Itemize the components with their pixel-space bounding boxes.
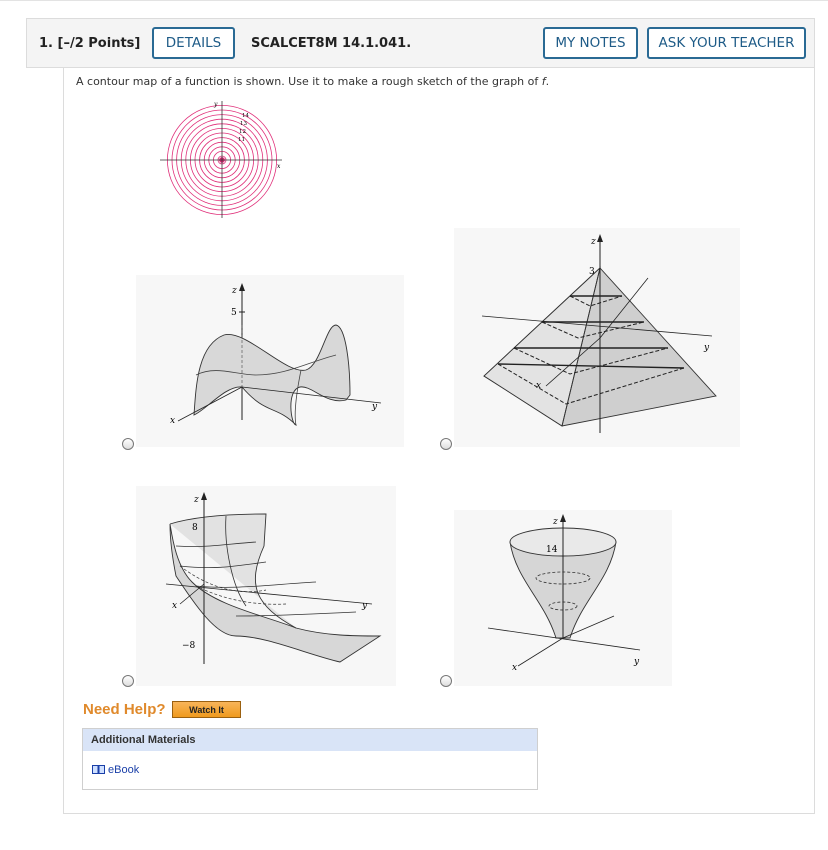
question-header: 1. [–/2 Points] DETAILS SCALCET8M 14.1.0…: [26, 18, 815, 68]
contour-label-14: 14: [242, 113, 249, 119]
additional-materials-header: Additional Materials: [83, 729, 537, 751]
question-code: SCALCET8M 14.1.041.: [251, 36, 412, 51]
sheet-tick-8: 8: [192, 523, 198, 533]
option-saddle-graph: z 5 y x: [136, 275, 404, 447]
option-pyramid-graph: z 3 y x: [454, 228, 740, 447]
saddle-tick-5: 5: [231, 308, 237, 318]
watch-it-button[interactable]: Watch It: [172, 701, 241, 718]
option-pyramid-radio[interactable]: [440, 438, 452, 450]
saddle-x-label: x: [170, 416, 175, 426]
question-number-label: 1.: [39, 36, 53, 51]
funnel-tick-14: 14: [546, 545, 558, 555]
question-prompt: A contour map of a function is shown. Us…: [76, 75, 549, 88]
need-help-label: Need Help?: [83, 701, 166, 718]
question-number: 1. [–/2 Points]: [39, 36, 140, 51]
pyramid-y-label: y: [703, 343, 710, 353]
prompt-period: .: [545, 75, 550, 88]
ask-teacher-button[interactable]: ASK YOUR TEACHER: [647, 27, 806, 59]
option-funnel-radio[interactable]: [440, 675, 452, 687]
saddle-y-label: y: [371, 402, 378, 412]
option-sheet-graph: z 8 −8 y x: [136, 486, 396, 686]
points-label: [–/2 Points]: [57, 36, 141, 51]
contour-label-13: 13: [240, 121, 247, 127]
option-sheet-radio[interactable]: [122, 675, 134, 687]
sheet-y-label: y: [361, 601, 368, 611]
funnel-y-label: y: [633, 657, 640, 667]
sheet-tick-neg8: −8: [182, 641, 196, 651]
pyramid-tick-3: 3: [589, 267, 595, 277]
pyramid-z-label: z: [590, 237, 596, 247]
contour-y-label: y: [213, 101, 218, 108]
prompt-text: A contour map of a function is shown. Us…: [76, 75, 542, 88]
contour-x-label: x: [277, 163, 281, 170]
sheet-x-label: x: [172, 601, 177, 611]
pyramid-x-label: x: [536, 381, 541, 391]
top-divider: [0, 0, 828, 1]
additional-materials-box: Additional Materials eBook: [82, 728, 538, 790]
contour-label-12: 12: [239, 129, 246, 135]
saddle-z-label: z: [231, 286, 237, 296]
my-notes-button[interactable]: MY NOTES: [543, 27, 638, 59]
funnel-x-label: x: [512, 663, 517, 673]
funnel-z-label: z: [552, 517, 558, 527]
option-saddle-radio[interactable]: [122, 438, 134, 450]
details-button[interactable]: DETAILS: [152, 27, 235, 59]
contour-label-11: 11: [238, 137, 245, 143]
contour-map-image: x y 14 13 12 11: [160, 101, 282, 218]
option-funnel-graph: z 14 y x: [454, 510, 672, 686]
ebook-link[interactable]: eBook: [92, 764, 139, 776]
ebook-label: eBook: [108, 764, 140, 776]
book-icon: [92, 765, 105, 774]
sheet-z-label: z: [193, 495, 199, 505]
